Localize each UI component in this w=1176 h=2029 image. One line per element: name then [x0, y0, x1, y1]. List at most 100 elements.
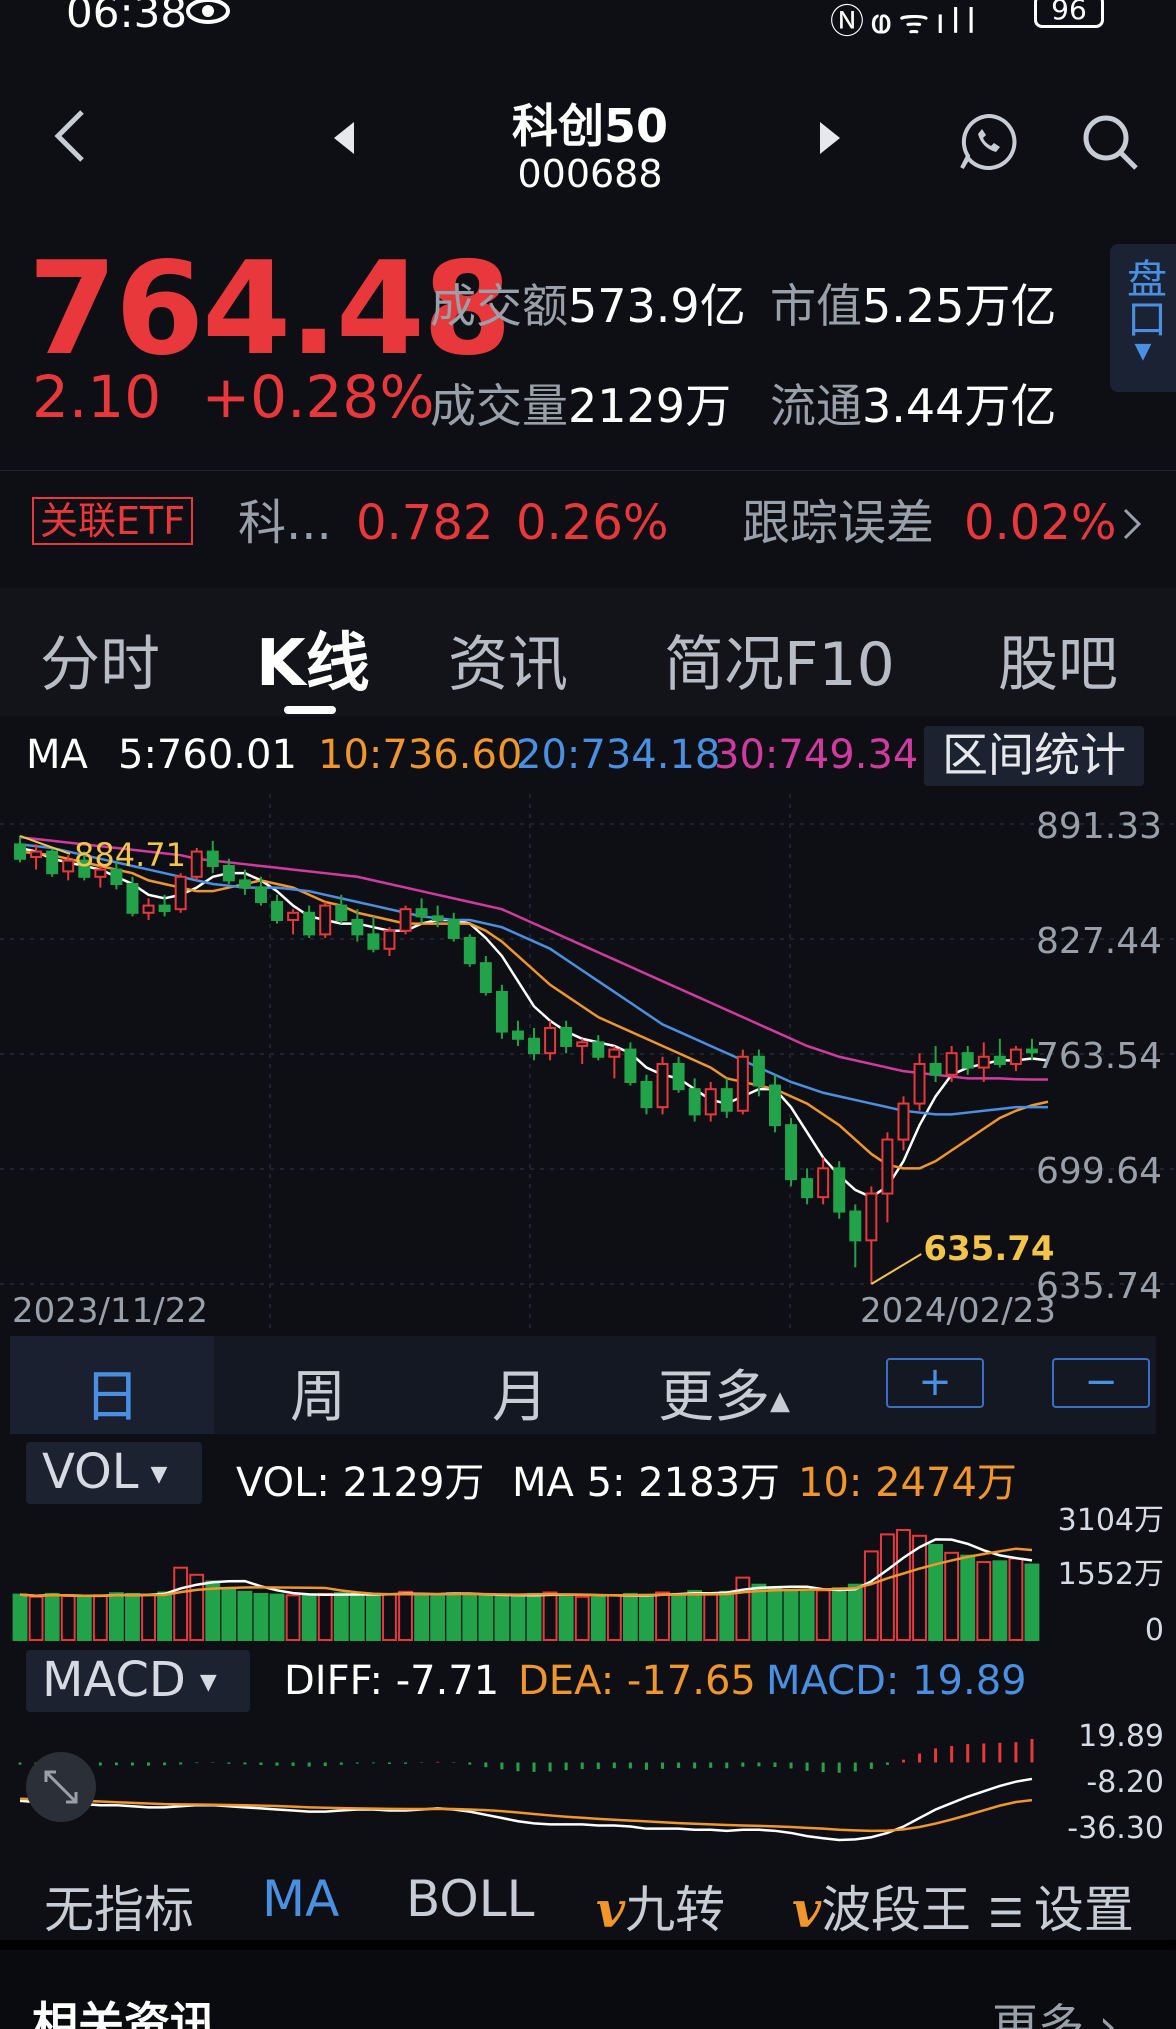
- macd-indicator-select[interactable]: MACD ▼: [26, 1650, 250, 1712]
- macd-legend: MACD ▼ DIFF: -7.71 DEA: -17.65 MACD: 19.8…: [0, 1648, 1176, 1716]
- candle-body: [238, 879, 251, 889]
- volume-bar: [1008, 1557, 1024, 1641]
- turnover-value: 573.9亿: [568, 279, 746, 333]
- chevron-down-icon: ▼: [1134, 339, 1152, 364]
- volume-bar: [558, 1593, 574, 1641]
- change-percent: +0.28%: [201, 363, 435, 431]
- related-etf-row[interactable]: 关联ETF 科... 0.782 0.26% 跟踪误差 0.02%: [0, 470, 1176, 574]
- candle-body: [399, 908, 412, 932]
- candle-body: [335, 904, 348, 921]
- tab-profile-f10[interactable]: 简况F10: [664, 616, 895, 703]
- tab-forum[interactable]: 股吧: [998, 616, 1118, 703]
- macd-chart[interactable]: 19.89 -8.20 -36.30: [0, 1710, 1176, 1850]
- candle-body: [752, 1055, 765, 1087]
- float-stat: 流通3.44万亿: [770, 370, 1056, 436]
- volume-bar: [398, 1590, 413, 1641]
- candle-body: [126, 882, 139, 914]
- volume-value: 2129万: [568, 379, 732, 433]
- volume-bar: [221, 1588, 237, 1641]
- v-badge-icon: v: [596, 1880, 626, 1939]
- candle-body: [977, 1055, 990, 1069]
- volume-select-label: VOL: [42, 1444, 139, 1500]
- search-icon[interactable]: [1080, 112, 1140, 172]
- volume-chart[interactable]: 3104万 1552万 0: [0, 1500, 1176, 1646]
- chat-icon[interactable]: [956, 110, 1020, 174]
- volume-bar: [414, 1592, 430, 1641]
- candle-body: [206, 850, 219, 867]
- candle-body: [254, 886, 267, 903]
- candle-body: [447, 918, 460, 939]
- volume-bar: [494, 1595, 510, 1641]
- candle-body: [30, 850, 43, 858]
- period-more[interactable]: 更多▲: [658, 1352, 790, 1433]
- news-more-link[interactable]: 更多 ›: [992, 1990, 1117, 2029]
- indicator-wave-king[interactable]: v波段王: [792, 1870, 971, 1942]
- volume-bar: [108, 1592, 124, 1641]
- end-date-label: 2024/02/23: [860, 1291, 1056, 1331]
- indicator-nine-turn[interactable]: v九转: [596, 1870, 725, 1942]
- volume-bar: [205, 1580, 221, 1641]
- candle-body: [495, 990, 508, 1033]
- candle-body: [142, 904, 155, 914]
- candle-body: [479, 962, 492, 993]
- macd-diff-label: DIFF: -7.71: [284, 1658, 500, 1704]
- order-book-tab[interactable]: 盘口 ▼: [1110, 244, 1176, 392]
- period-week[interactable]: 周: [290, 1352, 346, 1433]
- indicator-bar: 无指标 MA BOLL v九转 v波段王 ☰ 设置: [0, 1856, 1176, 1939]
- tab-kline[interactable]: K线: [256, 612, 370, 704]
- zoom-in-button[interactable]: +: [886, 1358, 984, 1408]
- tracking-error-value: 0.02%: [964, 495, 1117, 551]
- volume-bar: [960, 1554, 976, 1641]
- next-stock-icon[interactable]: [818, 120, 842, 156]
- macd-dea-label: DEA: -17.65: [518, 1658, 756, 1704]
- volume-bar: [510, 1594, 526, 1641]
- period-day[interactable]: 日: [84, 1352, 140, 1433]
- candle-body: [897, 1102, 910, 1141]
- ma30-value: 30:749.34: [714, 732, 919, 778]
- back-icon[interactable]: [52, 108, 88, 164]
- candle-body: [415, 908, 428, 918]
- volume-bar: [751, 1583, 767, 1641]
- tab-news[interactable]: 资讯: [448, 616, 568, 703]
- indicator-boll[interactable]: BOLL: [406, 1870, 535, 1928]
- zoom-out-button[interactable]: −: [1052, 1358, 1150, 1408]
- stock-name: 科创50: [511, 99, 668, 153]
- tab-intraday[interactable]: 分时: [40, 616, 160, 703]
- volume-bar: [767, 1587, 783, 1641]
- period-month[interactable]: 月: [492, 1352, 548, 1433]
- y-axis-label: 891.33: [1036, 806, 1162, 847]
- candle-body: [528, 1037, 541, 1055]
- indicator-ma[interactable]: MA: [262, 1870, 339, 1928]
- previous-stock-icon[interactable]: [332, 120, 356, 156]
- kline-chart[interactable]: 891.33 827.44 763.54 699.64 635.74 2023/11/22…: [0, 794, 1176, 1334]
- volume-bar: [173, 1566, 189, 1641]
- candle-body: [993, 1055, 1006, 1065]
- volume-bar: [92, 1594, 108, 1641]
- indicator-none[interactable]: 无指标: [44, 1870, 194, 1942]
- ma-label: MA: [26, 732, 88, 778]
- volume-indicator-select[interactable]: VOL ▼: [26, 1442, 202, 1504]
- dropdown-caret-icon: ▼: [199, 1670, 217, 1695]
- candle-body: [929, 1062, 942, 1076]
- market-cap-stat: 市值5.25万亿: [770, 270, 1056, 336]
- battery-icon: 96: [1034, 0, 1104, 28]
- macd-y-label: 19.89: [1078, 1719, 1164, 1754]
- price-change: 2.10 +0.28%: [32, 368, 434, 426]
- tab-bar: 分时 K线 资讯 简况F10 股吧: [0, 588, 1176, 716]
- volume-bar: [863, 1550, 879, 1641]
- eye-icon: [186, 0, 230, 24]
- candle-body: [1009, 1048, 1022, 1065]
- volume-y-label: 0: [1145, 1613, 1164, 1646]
- candle-body: [576, 1041, 589, 1047]
- indicator-settings[interactable]: ☰ 设置: [988, 1870, 1134, 1942]
- expand-icon[interactable]: [26, 1752, 96, 1822]
- candle-body: [768, 1084, 781, 1127]
- volume-bar: [847, 1583, 863, 1641]
- etf-name: 科...: [238, 495, 332, 551]
- range-stats-button[interactable]: 区间统计: [924, 726, 1144, 786]
- candle-body: [383, 929, 396, 950]
- status-icons: Ⓝⱷᯤıll: [830, 2, 982, 42]
- order-book-label: 盘口: [1120, 258, 1166, 338]
- volume-bar: [478, 1595, 494, 1641]
- chevron-right-icon: [1123, 508, 1142, 540]
